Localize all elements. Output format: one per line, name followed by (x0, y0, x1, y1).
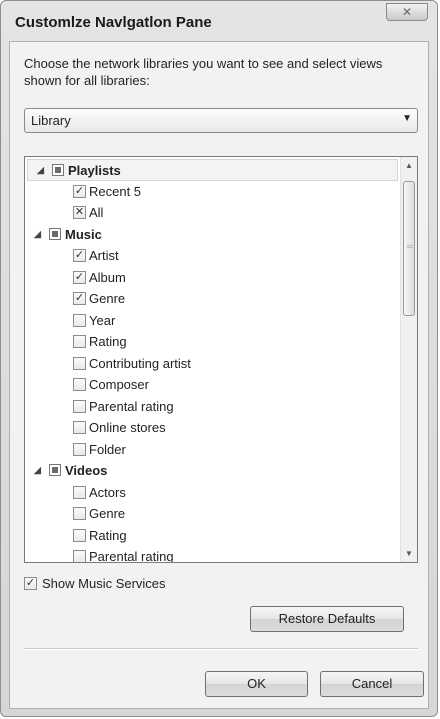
title-bar: Customlze Navlgatlon Pane ✕ (1, 1, 437, 41)
tree-item[interactable]: Contributing artist (25, 353, 400, 375)
tree-item-label: Rating (89, 334, 127, 349)
tree-item-label: Genre (89, 291, 126, 306)
item-checkbox[interactable]: ✓ (73, 270, 86, 284)
tree-item[interactable]: Rating (25, 331, 400, 353)
tree-item[interactable]: ✓ Genre (25, 288, 400, 310)
tree-group-label: Videos (65, 463, 108, 478)
tree-item-label: Album (89, 269, 126, 285)
tree-group-label: Playlists (68, 163, 121, 178)
item-checkbox[interactable] (73, 356, 86, 370)
library-dropdown-value: Library (31, 113, 71, 128)
item-checkbox[interactable]: ✓ (73, 249, 86, 262)
tree-item[interactable]: Composer (25, 374, 400, 396)
item-checkbox[interactable] (73, 313, 86, 327)
tree-item[interactable]: Folder (25, 439, 400, 461)
expand-arrow-icon[interactable]: ◢ (37, 165, 44, 176)
dialog-body: Choose the network libraries you want to… (9, 41, 429, 709)
close-button[interactable]: ✕ (386, 3, 428, 21)
customize-navigation-pane-dialog: Customlze Navlgatlon Pane ✕ Choose the n… (0, 0, 438, 717)
tree-item-label: All (89, 205, 104, 220)
item-checkbox[interactable] (73, 378, 86, 391)
tree-item-label: Parental rating (89, 398, 174, 414)
views-tree[interactable]: ◢ Playlists ✓ Recent 5 ✕ All ◢ Music ✓ Artist ✓ Alb… (24, 156, 418, 563)
tree-item-label: Parental rating (89, 549, 174, 562)
library-dropdown[interactable]: Library ▼ (24, 108, 418, 133)
item-checkbox[interactable]: ✓ (73, 184, 86, 198)
separator (24, 648, 418, 650)
item-checkbox[interactable] (73, 421, 86, 434)
tree-item[interactable]: Actors (25, 482, 400, 504)
item-checkbox[interactable] (73, 550, 86, 562)
scrollbar-grip-icon: ═ (407, 242, 413, 251)
group-checkbox[interactable] (52, 164, 64, 176)
instructions-text: Choose the network libraries you want to… (24, 56, 383, 88)
item-checkbox[interactable] (73, 335, 86, 348)
tree-group-music[interactable]: ◢ Music (25, 224, 400, 246)
tree-item[interactable]: ✓ Recent 5 (25, 181, 400, 203)
tree-item-label: Genre (89, 506, 126, 521)
tree-items: ◢ Playlists ✓ Recent 5 ✕ All ◢ Music ✓ Artist ✓ Alb… (25, 157, 400, 562)
tree-scrollbar[interactable]: ▲ ═ ▼ (400, 157, 417, 562)
tree-item[interactable]: ✓ Artist (25, 245, 400, 267)
tree-item-label: Online stores (89, 420, 166, 435)
item-checkbox[interactable]: ✓ (73, 292, 86, 305)
tree-item-label: Actors (89, 484, 126, 500)
tree-item-label: Recent 5 (89, 183, 142, 199)
scrollbar-thumb[interactable]: ═ (403, 181, 415, 316)
tree-item[interactable]: Genre (25, 503, 400, 525)
group-checkbox[interactable] (49, 464, 61, 476)
tree-item-label: Composer (89, 377, 149, 392)
tree-item[interactable]: Rating (25, 525, 400, 547)
restore-defaults-button[interactable]: Restore Defaults (250, 606, 404, 632)
expand-arrow-icon[interactable]: ◢ (34, 229, 41, 240)
tree-item-label: Artist (89, 248, 119, 263)
item-checkbox[interactable] (73, 442, 86, 456)
tree-item[interactable]: ✓ Album (25, 267, 400, 289)
scroll-up-arrow-icon[interactable]: ▲ (401, 157, 417, 174)
show-music-services-checkbox[interactable]: ✓ (24, 577, 37, 590)
item-checkbox[interactable] (73, 485, 86, 499)
tree-item-label: Contributing artist (89, 355, 191, 371)
tree-item[interactable]: Online stores (25, 417, 400, 439)
tree-group-playlists[interactable]: ◢ Playlists (27, 159, 398, 181)
cancel-button[interactable]: Cancel (320, 671, 424, 697)
tree-group-videos[interactable]: ◢ Videos (25, 460, 400, 482)
item-checkbox[interactable] (73, 528, 86, 542)
group-checkbox[interactable] (49, 227, 61, 240)
item-checkbox[interactable] (73, 507, 86, 520)
ok-button[interactable]: OK (205, 671, 308, 697)
item-checkbox[interactable]: ✕ (73, 206, 86, 219)
item-checkbox[interactable] (73, 399, 86, 413)
scroll-down-arrow-icon[interactable]: ▼ (401, 545, 417, 562)
tree-item[interactable]: ✕ All (25, 202, 400, 224)
expand-arrow-icon[interactable]: ◢ (34, 465, 41, 476)
dialog-title: Customlze Navlgatlon Pane (15, 14, 212, 31)
tree-item[interactable]: Year (25, 310, 400, 332)
dropdown-arrow-icon: ▼ (402, 113, 412, 124)
tree-group-label: Music (65, 226, 102, 242)
tree-item[interactable]: Parental rating (25, 396, 400, 418)
tree-item[interactable]: Parental rating (25, 546, 400, 562)
tree-item-label: Year (89, 312, 116, 328)
close-icon: ✕ (401, 5, 413, 19)
show-music-services-label: Show Music Services (42, 576, 166, 591)
tree-item-label: Rating (89, 527, 127, 543)
tree-item-label: Folder (89, 441, 126, 457)
